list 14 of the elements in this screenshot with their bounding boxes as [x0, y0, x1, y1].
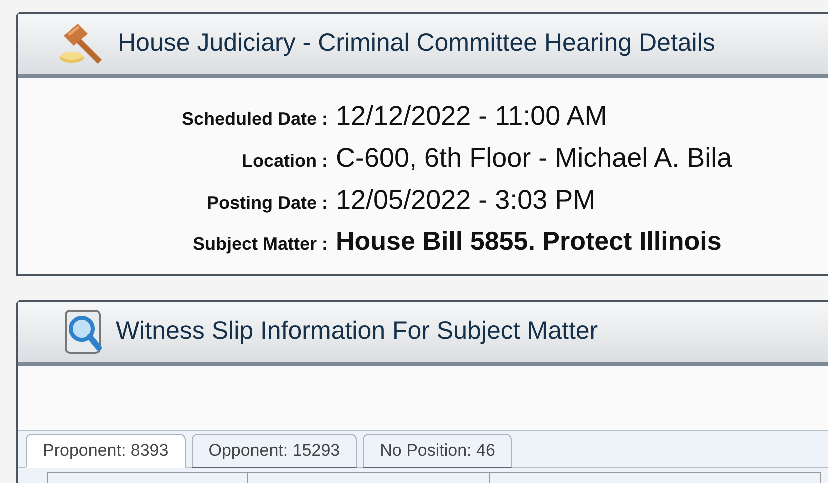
- panel-title: Witness Slip Information For Subject Matter: [116, 316, 598, 348]
- field-value: C-600, 6th Floor - Michael A. Bila: [336, 142, 732, 175]
- field-value: 12/05/2022 - 3:03 PM: [336, 184, 596, 217]
- field-value: 12/12/2022 - 11:00 AM: [336, 100, 608, 133]
- panel-title: House Judiciary - Criminal Committee Hearing Details: [118, 28, 716, 60]
- tab[interactable]: No Position: 46: [363, 434, 512, 468]
- field-label: Subject Matter :: [192, 233, 329, 256]
- field-label: Posting Date :: [206, 192, 329, 215]
- tab[interactable]: Proponent: 8393: [26, 434, 186, 468]
- field-value: House Bill 5855. Protect Illinois: [336, 225, 722, 258]
- tab[interactable]: Opponent: 15293: [192, 434, 358, 468]
- field-label: Scheduled Date :: [180, 108, 329, 131]
- field-label: Location :: [241, 150, 329, 173]
- search-document-icon: [64, 309, 104, 355]
